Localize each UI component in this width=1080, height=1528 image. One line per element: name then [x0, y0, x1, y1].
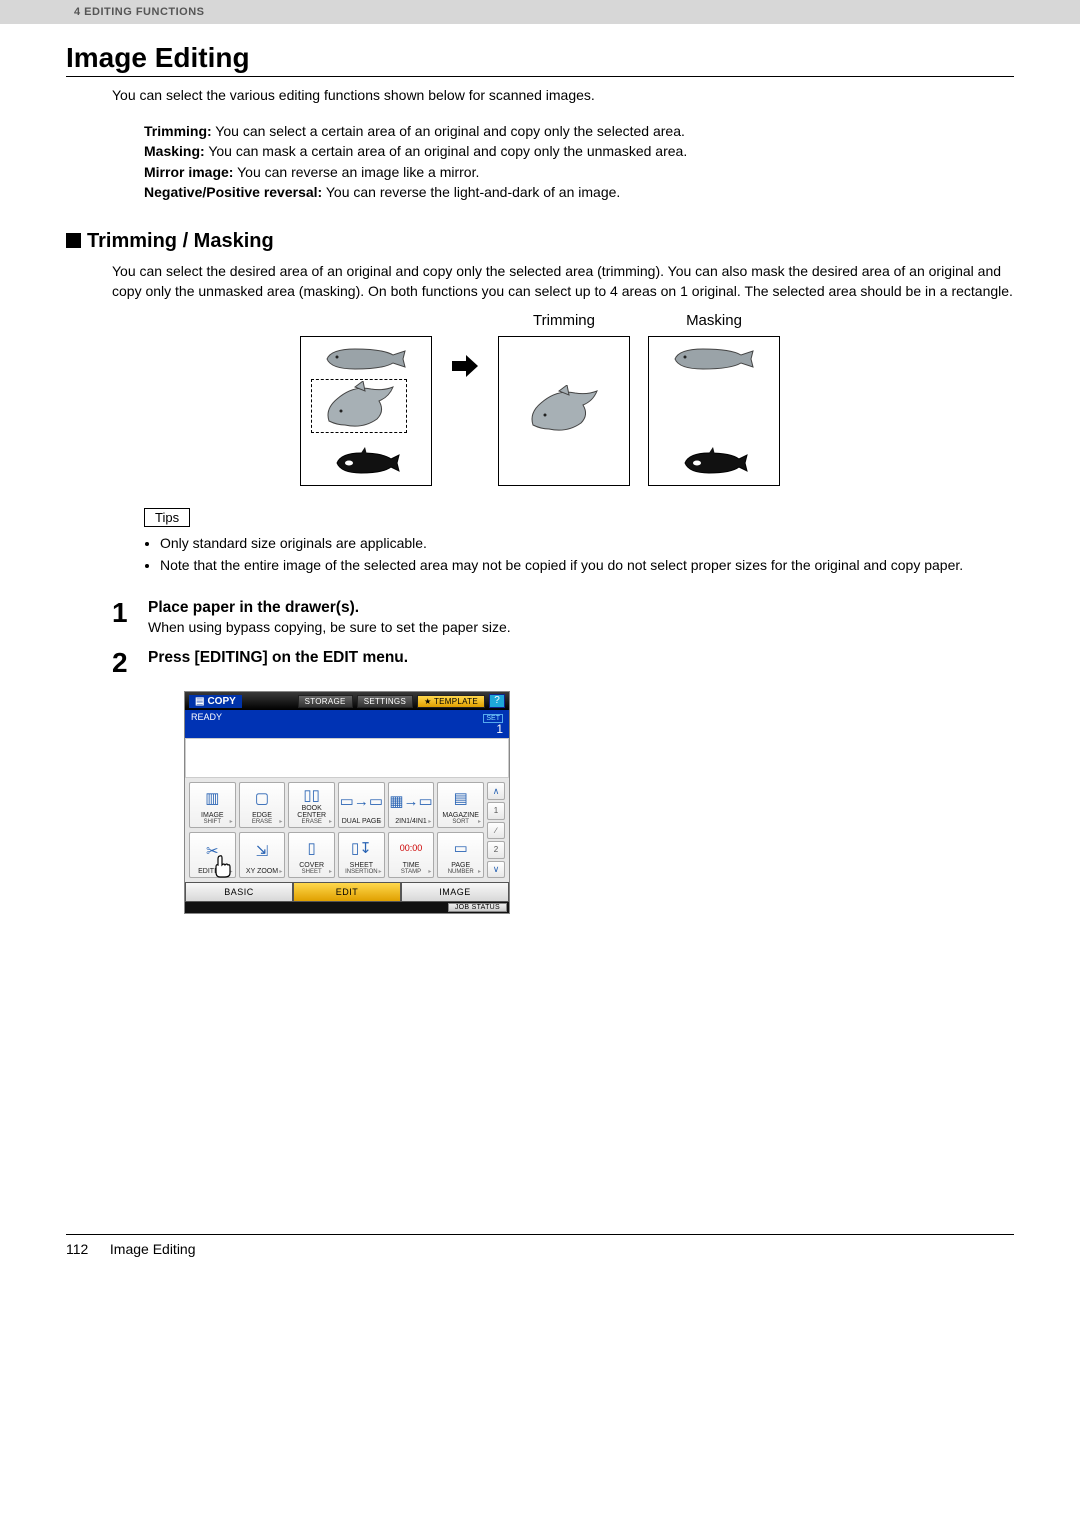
book-center-erase-button[interactable]: ▯▯BOOK CENTERERASE▸ — [288, 782, 335, 828]
def-mirror-text: You can reverse an image like a mirror. — [233, 164, 479, 180]
step-desc: When using bypass copying, be sure to se… — [148, 619, 1014, 635]
dolphin-icon — [323, 381, 399, 431]
def-mirror-label: Mirror image: — [144, 164, 233, 180]
tab-image[interactable]: IMAGE — [401, 882, 509, 902]
tip-item: Note that the entire image of the select… — [160, 555, 1014, 575]
page-divider: ∕ — [487, 822, 505, 840]
def-negpos-text: You can reverse the light-and-dark of an… — [322, 184, 620, 200]
ui-page-scroller: ∧ 1 ∕ 2 ∨ — [487, 782, 505, 878]
xy-zoom-button[interactable]: ⇲XY ZOOM▸ — [239, 832, 286, 878]
time-stamp-button[interactable]: 00:00TIMESTAMP▸ — [388, 832, 435, 878]
scroll-down-button[interactable]: ∨ — [487, 861, 505, 879]
image-shift-button[interactable]: ▥IMAGESHIFT▸ — [189, 782, 236, 828]
2in1-4in1-button[interactable]: ▦→▭2IN1/4IN1▸ — [388, 782, 435, 828]
orca-icon — [683, 447, 749, 475]
ui-tabs: BASIC EDIT IMAGE — [185, 882, 509, 902]
page-number-button[interactable]: ▭PAGENUMBER▸ — [437, 832, 484, 878]
tab-edit[interactable]: EDIT — [293, 882, 401, 902]
arrow-right-icon — [450, 351, 480, 381]
def-masking-text: You can mask a certain area of an origin… — [205, 143, 688, 159]
whale-icon — [325, 345, 407, 371]
editing-button[interactable]: ✂EDITING▸ — [189, 832, 236, 878]
intro-text: You can select the various editing funct… — [112, 87, 1014, 103]
breadcrumb: 4 EDITING FUNCTIONS — [0, 0, 1080, 24]
section-trimming-masking-body: You can select the desired area of an or… — [112, 261, 1014, 302]
template-button[interactable]: ★ TEMPLATE — [417, 695, 485, 708]
def-trimming-text: You can select a certain area of an orig… — [212, 123, 685, 139]
tips-box: Tips Only standard size originals are ap… — [144, 508, 1014, 576]
trimming-masking-diagram: Trimming Masking — [66, 312, 1014, 486]
sheet-insertion-button[interactable]: ▯↧SHEETINSERTION▸ — [338, 832, 385, 878]
copier-edit-menu-screenshot: ▤ COPY STORAGE SETTINGS ★ TEMPLATE ? REA… — [184, 691, 510, 914]
copy-mode-badge: ▤ COPY — [189, 695, 242, 708]
orca-icon — [335, 447, 401, 475]
page-indicator: 1 — [487, 802, 505, 820]
set-counter: SET 1 — [483, 712, 503, 736]
step-1: 1 Place paper in the drawer(s). When usi… — [112, 599, 1014, 635]
diagram-masking-label: Masking — [686, 312, 742, 332]
page-total: 2 — [487, 841, 505, 859]
diagram-original-panel — [300, 336, 432, 486]
storage-button[interactable]: STORAGE — [298, 695, 353, 708]
ui-preview-area — [185, 738, 509, 778]
def-masking-label: Masking: — [144, 143, 205, 159]
square-bullet-icon — [66, 233, 81, 248]
footer-title: Image Editing — [110, 1241, 196, 1257]
job-status-button[interactable]: JOB STATUS — [448, 903, 507, 912]
step-title: Place paper in the drawer(s). — [148, 599, 1014, 617]
section-trimming-masking-heading: Trimming / Masking — [66, 230, 1014, 253]
tip-item: Only standard size originals are applica… — [160, 533, 1014, 553]
copy-mode-icon: ▤ — [195, 696, 204, 707]
help-button[interactable]: ? — [489, 694, 505, 708]
step-title: Press [EDITING] on the EDIT menu. — [148, 649, 1014, 667]
definitions-block: Trimming: You can select a certain area … — [144, 121, 1014, 202]
page-number: 112 — [66, 1241, 106, 1257]
step-number: 2 — [112, 649, 148, 677]
dual-page-button[interactable]: ▭→▭DUAL PAGE▸ — [338, 782, 385, 828]
settings-button[interactable]: SETTINGS — [357, 695, 413, 708]
tab-basic[interactable]: BASIC — [185, 882, 293, 902]
step-number: 1 — [112, 599, 148, 635]
tips-label: Tips — [144, 508, 190, 527]
ui-row-1: ▥IMAGESHIFT▸ ▢EDGEERASE▸ ▯▯BOOK CENTERER… — [189, 782, 484, 828]
scroll-up-button[interactable]: ∧ — [487, 782, 505, 800]
page-title: Image Editing — [66, 42, 1014, 77]
diagram-masking-panel — [648, 336, 780, 486]
def-trimming-label: Trimming: — [144, 123, 212, 139]
dolphin-icon — [527, 385, 603, 435]
edge-erase-button[interactable]: ▢EDGEERASE▸ — [239, 782, 286, 828]
ui-row-2: ✂EDITING▸ ⇲XY ZOOM▸ ▯COVERSHEET▸ ▯↧SHEET… — [189, 832, 484, 878]
magazine-sort-button[interactable]: ▤MAGAZINESORT▸ — [437, 782, 484, 828]
diagram-trimming-panel — [498, 336, 630, 486]
def-negpos-label: Negative/Positive reversal: — [144, 184, 322, 200]
ui-title-bar: ▤ COPY STORAGE SETTINGS ★ TEMPLATE ? — [185, 692, 509, 710]
ui-status-bar: READY SET 1 — [185, 710, 509, 738]
diagram-trimming-label: Trimming — [533, 312, 595, 332]
whale-icon — [673, 345, 755, 371]
cover-sheet-button[interactable]: ▯COVERSHEET▸ — [288, 832, 335, 878]
ui-footer: JOB STATUS — [185, 902, 509, 913]
step-2: 2 Press [EDITING] on the EDIT menu. — [112, 649, 1014, 677]
ready-status: READY — [191, 712, 222, 722]
page-footer: 112 Image Editing — [66, 1234, 1014, 1257]
